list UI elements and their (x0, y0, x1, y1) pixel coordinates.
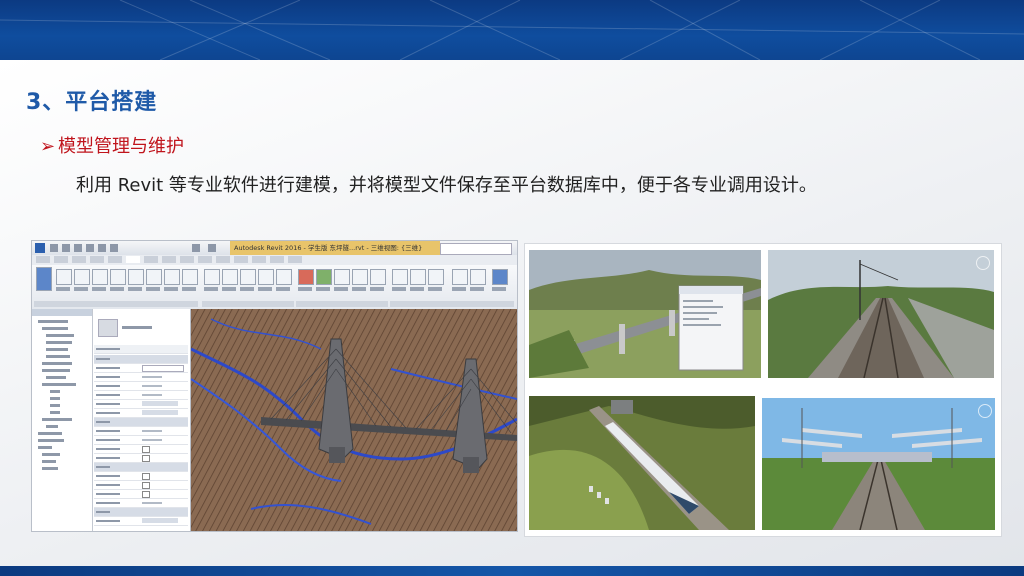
render-viaduct-dialog (529, 250, 761, 378)
qa-button-icon (74, 244, 82, 252)
revit-ribbon-tabs (32, 255, 517, 265)
qa-button-icon (86, 244, 94, 252)
section-heading: 3、平台搭建 (26, 90, 158, 115)
render-high-speed-train (529, 396, 755, 530)
render-gallery (524, 243, 1002, 537)
bullet-text: 模型管理与维护 (58, 136, 184, 157)
qa-button-icon (110, 244, 118, 252)
project-browser (32, 309, 93, 531)
bullet-arrow-icon: ➢ (40, 136, 56, 157)
body-paragraph: 利用 Revit 等专业软件进行建模，并将模型文件保存至平台数据库中，便于各专业… (76, 175, 817, 196)
qa-button-icon (50, 244, 58, 252)
bullet-item: ➢ 模型管理与维护 (40, 132, 184, 158)
revit-3d-view (190, 309, 517, 531)
revit-app-icon (35, 243, 45, 253)
revit-titlebar: Autodesk Revit 2016 - 学生版 东坪隧...rvt - 三维… (32, 241, 517, 256)
revit-screenshot: Autodesk Revit 2016 - 学生版 东坪隧...rvt - 三维… (31, 240, 518, 532)
qa-button-icon (208, 244, 216, 252)
qa-button-icon (62, 244, 70, 252)
header-decoration (0, 0, 1024, 60)
render-track-embankment (768, 250, 994, 378)
revit-window-title: Autodesk Revit 2016 - 学生版 东坪隧...rvt - 三维… (230, 241, 440, 255)
revit-search-box (440, 243, 512, 255)
modify-tool-icon (36, 267, 52, 291)
footer-band (0, 566, 1024, 576)
qa-button-icon (192, 244, 200, 252)
render-station-canopy (762, 398, 995, 530)
property-grid (94, 309, 190, 531)
render-nav-icon (978, 404, 992, 418)
render-nav-icon (976, 256, 990, 270)
qa-button-icon (98, 244, 106, 252)
revit-ribbon (32, 265, 517, 310)
header-band (0, 0, 1024, 60)
revit-properties-panel (32, 309, 191, 531)
